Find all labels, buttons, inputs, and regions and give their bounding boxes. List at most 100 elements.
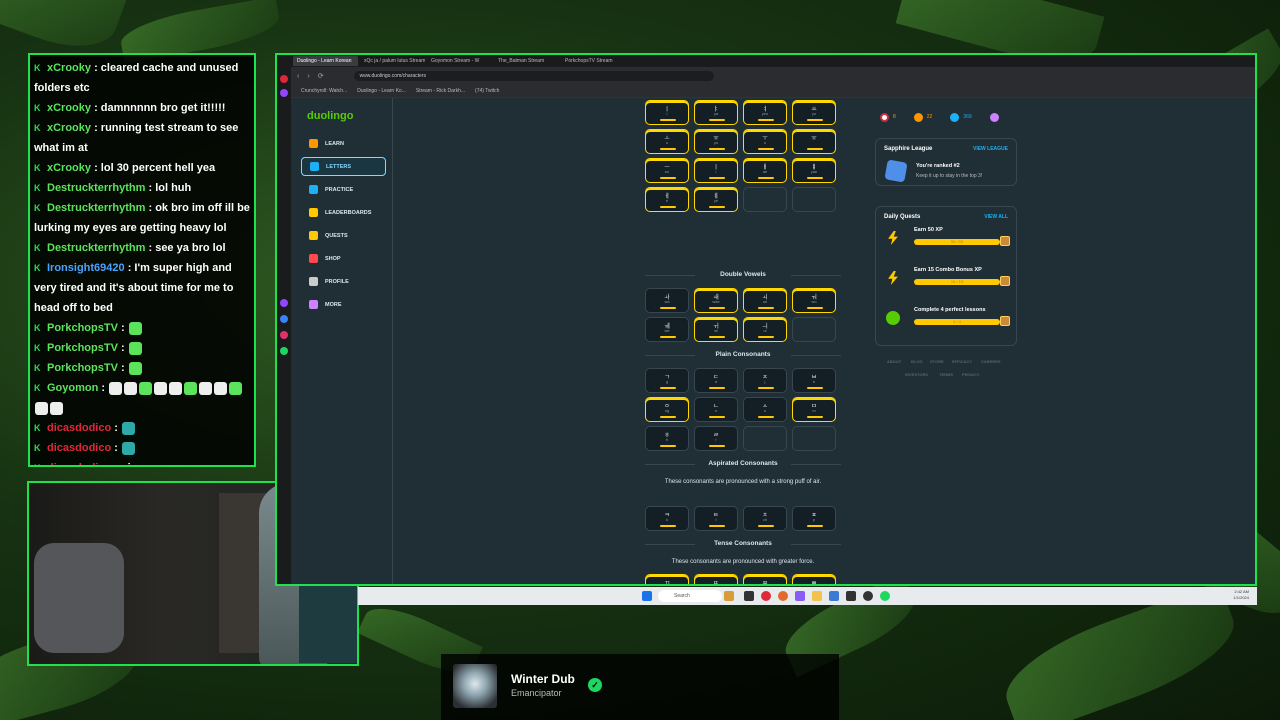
letter-tile[interactable]: ㅚ oe [743,288,787,313]
letter-tile[interactable]: ㅁm [792,397,836,422]
sidebar-app-icon[interactable] [280,299,288,307]
nav-shop[interactable]: SHOP [301,249,386,268]
bookmark-link[interactable]: Duolingo - Learn Ko... [357,88,406,94]
reload-icon[interactable]: ⟳ [318,72,324,80]
footer-link[interactable]: BLOG [911,359,923,364]
forward-icon[interactable]: › [307,73,309,80]
letter-tile[interactable]: ㅃpp [792,574,836,584]
taskbar-app-icon[interactable] [724,591,734,601]
hearts-counter[interactable]: 369 [950,112,972,122]
browser-tab[interactable]: PorkchopsTV Stream [561,56,626,66]
url-field[interactable]: www.duolingo.com/characters [353,71,714,81]
sidebar-app-icon[interactable] [280,89,288,97]
footer-link[interactable]: ABOUT [887,359,901,364]
letter-tile[interactable]: ㅋk [645,506,689,531]
letter-tile[interactable]: ㅜu [743,129,787,154]
chat-username[interactable]: PorkchopsTV [47,362,118,374]
browser-tab[interactable]: xQc ja / palum lutus Stream [360,56,425,66]
browser-tab[interactable]: Goyomon Stream - W [427,56,492,66]
letter-tile[interactable]: ㅠ yu [694,129,738,154]
footer-link[interactable]: STORE [930,359,944,364]
letter-tile[interactable]: ㅕ yeo [743,100,787,125]
sidebar-app-icon[interactable] [280,315,288,323]
gems-counter[interactable]: 22 [913,112,932,122]
footer-link[interactable]: TERMS [939,372,953,377]
chat-username[interactable]: xCrooky [47,122,91,134]
letter-tile[interactable]: ㄷd [694,368,738,393]
language-flag[interactable]: 8 [880,112,896,122]
footer-link[interactable]: PRIVACY [962,372,979,377]
chat-username[interactable]: Destruckterrhythm [47,242,145,254]
taskbar-app-icon[interactable] [863,591,873,601]
letter-tile[interactable]: ㅢ ui [743,317,787,342]
browser-tab[interactable]: Duolingo - Learn Korean [293,56,358,66]
letter-tile[interactable]: ㅠ [792,129,836,154]
chat-username[interactable]: Ironsight69420 [47,262,125,274]
taskbar-app-icon[interactable] [846,591,856,601]
view-league-link[interactable]: VIEW LEAGUE [973,146,1008,152]
taskbar-app-icon[interactable] [744,591,754,601]
letter-tile[interactable]: ㄸtt [694,574,738,584]
nav-profile[interactable]: PROFILE [301,272,386,291]
letter-tile[interactable]: ㅡ eu [645,158,689,183]
letter-tile[interactable]: ㄴn [694,397,738,422]
letter-tile[interactable]: ㅇ ng [645,397,689,422]
letter-tile[interactable]: ㄱg [645,368,689,393]
letter-tile[interactable]: ㅟ wi [694,317,738,342]
sidebar-app-icon[interactable] [280,331,288,339]
nav-quests[interactable]: QUESTS [301,226,386,245]
chat-username[interactable]: xCrooky [47,62,91,74]
letter-tile[interactable]: ㅖ ye [694,187,738,212]
nav-learn[interactable]: LEARN [301,134,386,153]
chat-username[interactable]: Destruckterrhythm [47,202,145,214]
taskbar-clock[interactable]: 2:42 AM 1/1/2024 [1233,589,1249,601]
chat-username[interactable]: dicasdodico [47,422,111,434]
letter-tile[interactable]: ㅗo [645,129,689,154]
file-explorer-icon[interactable] [812,591,822,601]
letter-tile[interactable]: ㅙ wae [694,288,738,313]
back-icon[interactable]: ‹ [297,73,299,80]
letter-tile[interactable]: ㅑ ya [694,100,738,125]
browser-tab[interactable]: The_Batman Stream [494,56,559,66]
letter-tile[interactable]: ㅒ yae [792,158,836,183]
chat-username[interactable]: PorkchopsTV [47,342,118,354]
nav-letters[interactable]: LETTERS [301,157,386,176]
spotify-icon[interactable] [880,591,890,601]
footer-link[interactable]: INVESTORS [905,372,928,377]
letter-tile[interactable]: ㅈj [743,368,787,393]
letter-tile[interactable]: ㅛ yo [792,100,836,125]
sidebar-app-icon[interactable] [280,347,288,355]
taskbar-app-icon[interactable] [829,591,839,601]
taskbar-search[interactable]: Search [658,590,722,602]
letter-tile[interactable]: ㅂb [792,368,836,393]
bookmark-link[interactable]: Stream - Rick Darkh... [416,88,465,94]
bookmark-link[interactable]: (74) Twitch [475,88,499,94]
chat-username[interactable]: xCrooky [47,162,91,174]
taskbar-app-icon[interactable] [795,591,805,601]
letter-tile[interactable]: ㅎh [645,426,689,451]
footer-link[interactable]: EFFICACY [952,359,972,364]
nav-more[interactable]: MORE [301,295,386,314]
letter-tile[interactable]: ㅘ wa [645,288,689,313]
taskbar-app-icon[interactable] [778,591,788,601]
chat-username[interactable]: dicasdodico [47,462,111,465]
letter-tile[interactable]: ㄲkk [645,574,689,584]
letter-tile[interactable]: ㅅs [743,397,787,422]
letter-tile[interactable]: ㅍp [792,506,836,531]
chat-username[interactable]: xCrooky [47,102,91,114]
letter-tile[interactable]: ㅐ ae [743,158,787,183]
letter-tile[interactable]: ㅉjj [743,574,787,584]
letter-tile[interactable]: ㅣi [694,158,738,183]
sidebar-app-icon[interactable] [280,75,288,83]
nav-leaderboards[interactable]: LEADERBOARDS [301,203,386,222]
letter-tile[interactable]: ㅞ we [645,317,689,342]
letter-tile[interactable]: ㅣi [645,100,689,125]
super-icon[interactable] [989,112,1003,122]
windows-start-icon[interactable] [642,591,652,601]
opera-icon[interactable] [761,591,771,601]
chat-username[interactable]: Goyomon [47,382,98,394]
chat-username[interactable]: PorkchopsTV [47,322,118,334]
chat-username[interactable]: dicasdodico [47,442,111,454]
bookmark-link[interactable]: Crunchyroll: Watch... [301,88,347,94]
chat-username[interactable]: Destruckterrhythm [47,182,145,194]
